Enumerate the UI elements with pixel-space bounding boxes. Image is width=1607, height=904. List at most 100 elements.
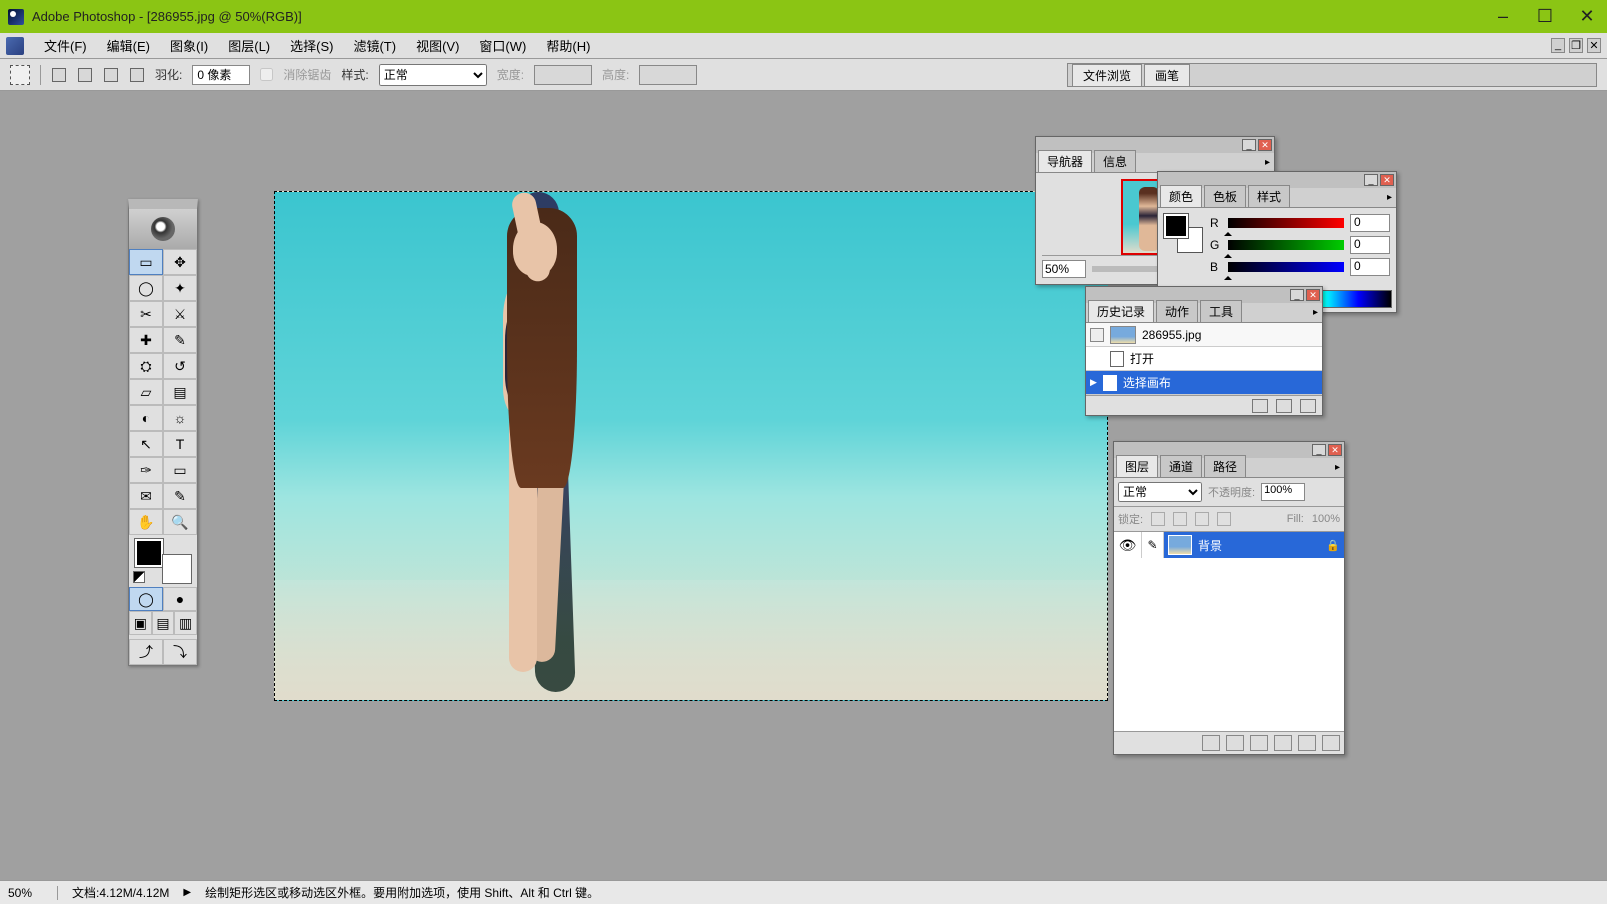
maximize-button[interactable]: ☐ [1533,6,1557,27]
panel-close[interactable]: ✕ [1258,139,1272,151]
tool-hand[interactable]: ✋ [129,509,163,535]
tool-slice[interactable]: ⚔ [163,301,197,327]
menu-help[interactable]: 帮助(H) [536,36,600,55]
tool-marquee[interactable]: ▭ [129,249,163,275]
tool-dodge[interactable]: ☼ [163,405,197,431]
tool-pen[interactable]: ✑ [129,457,163,483]
history-snapshot[interactable]: 286955.jpg [1086,323,1322,347]
background-swatch[interactable] [163,555,191,583]
status-doc-info[interactable]: 文档:4.12M/4.12M [72,884,169,901]
menu-view[interactable]: 视图(V) [406,36,469,55]
selection-new-icon[interactable] [52,68,66,82]
marquee-tool-icon[interactable] [10,65,30,85]
new-doc-from-state-icon[interactable] [1252,399,1268,413]
jump-to-2[interactable]: ⤵ [163,639,197,665]
panel-close[interactable]: ✕ [1306,289,1320,301]
tool-eraser[interactable]: ▱ [129,379,163,405]
tool-heal[interactable]: ✚ [129,327,163,353]
tab-actions[interactable]: 动作 [1156,300,1198,322]
style-select[interactable]: 正常 [379,64,487,86]
tool-gradient[interactable]: ▤ [163,379,197,405]
foreground-swatch[interactable] [135,539,163,567]
adjustment-layer-icon[interactable] [1274,735,1292,751]
quickmask-off[interactable]: ◯ [129,587,163,611]
tool-blur[interactable]: ◐ [129,405,163,431]
b-slider[interactable] [1228,262,1344,272]
tool-wand[interactable]: ✦ [163,275,197,301]
panel-minimize[interactable]: _ [1290,289,1304,301]
history-state-select-canvas[interactable]: ▶ 选择画布 [1086,371,1322,395]
tool-lasso[interactable]: ◯ [129,275,163,301]
new-set-icon[interactable] [1250,735,1268,751]
menu-window[interactable]: 窗口(W) [469,36,536,55]
tool-type[interactable]: T [163,431,197,457]
tab-color[interactable]: 颜色 [1160,185,1202,207]
panel-minimize[interactable]: _ [1312,444,1326,456]
panel-menu-icon[interactable]: ▸ [1265,157,1270,168]
panel-minimize[interactable]: _ [1242,139,1256,151]
tab-layers[interactable]: 图层 [1116,455,1158,477]
color-swatches[interactable] [133,539,193,583]
selection-int-icon[interactable] [130,68,144,82]
new-layer-icon[interactable] [1298,735,1316,751]
mdi-restore[interactable]: ❐ [1569,38,1583,53]
close-button[interactable]: ✕ [1575,6,1599,27]
jump-to-1[interactable]: ⤴ [129,639,163,665]
layer-mask-icon[interactable] [1226,735,1244,751]
default-colors-icon[interactable] [133,571,145,583]
fg-swatch[interactable] [1164,214,1188,238]
menu-select[interactable]: 选择(S) [280,36,343,55]
delete-layer-icon[interactable] [1322,735,1340,751]
tab-tools[interactable]: 工具 [1200,300,1242,322]
r-value[interactable]: 0 [1350,214,1390,232]
menu-edit[interactable]: 编辑(E) [97,36,160,55]
fill-value[interactable]: 100% [1312,513,1340,525]
tab-paths[interactable]: 路径 [1204,455,1246,477]
screen-full-menu[interactable]: ▤ [152,611,175,635]
g-slider[interactable] [1228,240,1344,250]
menu-image[interactable]: 图象(I) [160,36,218,55]
panel-menu-icon[interactable]: ▸ [1313,307,1318,318]
tab-swatches[interactable]: 色板 [1204,185,1246,207]
minimize-button[interactable]: – [1491,6,1515,27]
tool-eyedrop[interactable]: ✎ [163,483,197,509]
tool-notes[interactable]: ✉ [129,483,163,509]
tab-channels[interactable]: 通道 [1160,455,1202,477]
panel-menu-icon[interactable]: ▸ [1387,192,1392,203]
mdi-minimize[interactable]: _ [1551,38,1565,53]
lock-all-icon[interactable] [1217,512,1231,526]
feather-input[interactable] [192,65,250,85]
navigator-zoom[interactable]: 50% [1042,260,1086,278]
panel-close[interactable]: ✕ [1380,174,1394,186]
tool-move[interactable]: ✥ [163,249,197,275]
layer-row-background[interactable]: 👁 ✎ 背景 🔒 [1114,532,1344,558]
menu-layer[interactable]: 图层(L) [218,36,280,55]
snapshot-camera-icon[interactable] [1276,399,1292,413]
panel-close[interactable]: ✕ [1328,444,1342,456]
lock-pixels-icon[interactable] [1173,512,1187,526]
layer-style-icon[interactable] [1202,735,1220,751]
menu-file[interactable]: 文件(F) [34,36,97,55]
tool-zoom[interactable]: 🔍 [163,509,197,535]
menu-filter[interactable]: 滤镜(T) [343,36,406,55]
lock-position-icon[interactable] [1195,512,1209,526]
document-canvas[interactable] [274,191,1108,701]
screen-full[interactable]: ▥ [174,611,197,635]
tab-history[interactable]: 历史记录 [1088,300,1154,322]
tab-info[interactable]: 信息 [1094,150,1136,172]
palette-well-tab-browser[interactable]: 文件浏览 [1072,64,1142,86]
tool-brush[interactable]: ✎ [163,327,197,353]
status-zoom[interactable]: 50% [8,886,58,900]
palette-well-tab-brush[interactable]: 画笔 [1144,64,1190,86]
r-slider[interactable] [1228,218,1344,228]
lock-transparent-icon[interactable] [1151,512,1165,526]
tab-styles[interactable]: 样式 [1248,185,1290,207]
opacity-value[interactable]: 100% [1261,483,1305,501]
selection-sub-icon[interactable] [104,68,118,82]
panel-minimize[interactable]: _ [1364,174,1378,186]
layer-visibility-icon[interactable]: 👁 [1114,532,1142,558]
blend-mode-select[interactable]: 正常 [1118,482,1202,502]
history-state-open[interactable]: 打开 [1086,347,1322,371]
tool-history-brush[interactable]: ↺ [163,353,197,379]
tool-shape[interactable]: ▭ [163,457,197,483]
